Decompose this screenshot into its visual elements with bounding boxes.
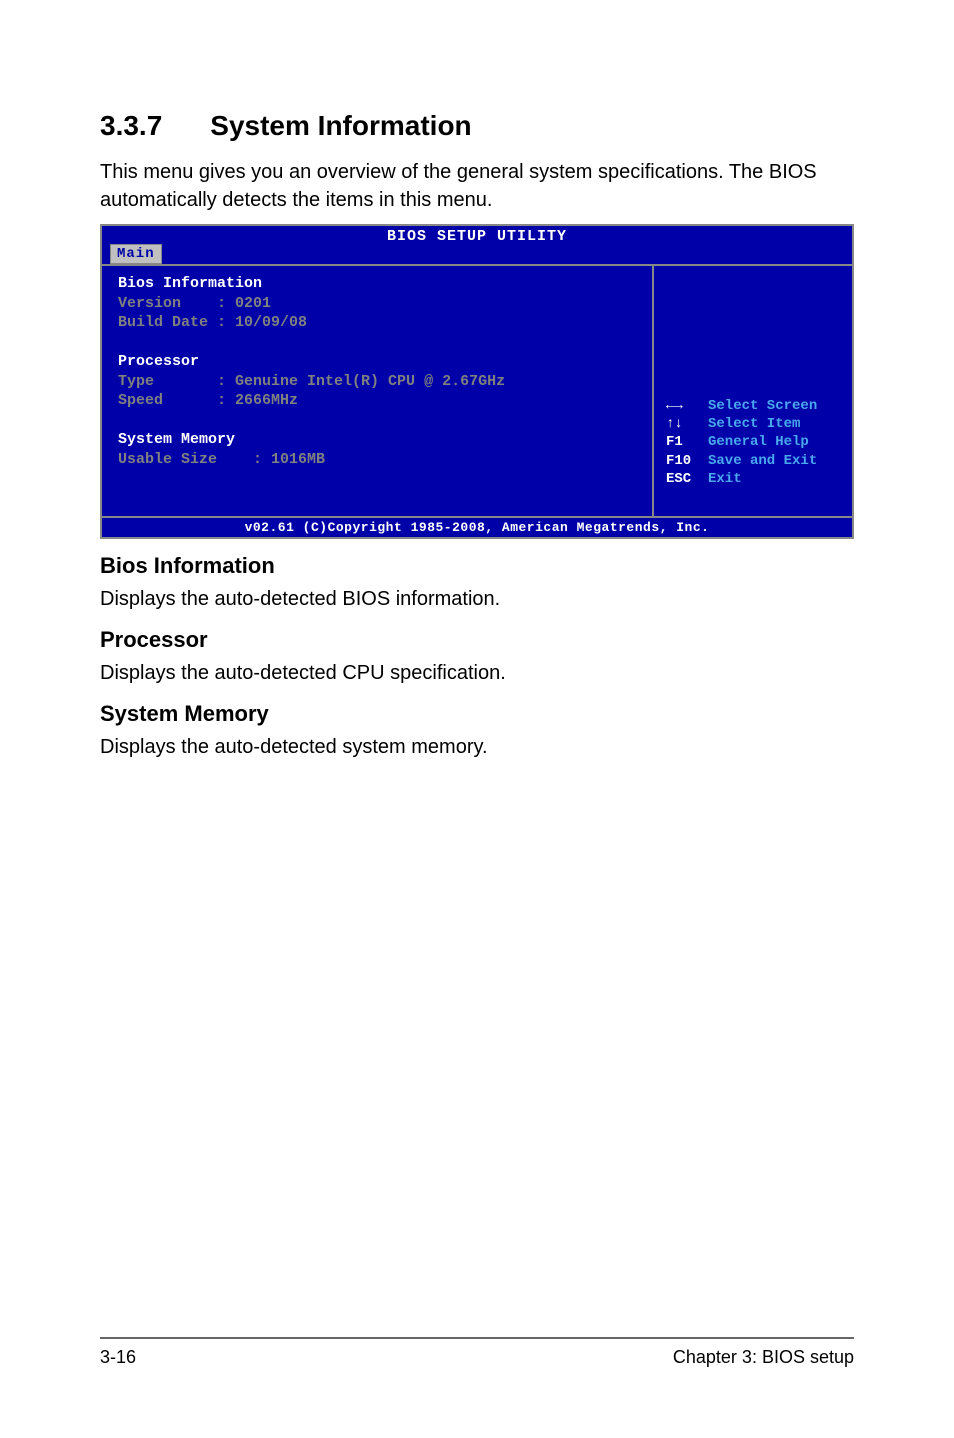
hint-f1: F1 General Help: [666, 433, 840, 451]
hint-esc: ESC Exit: [666, 470, 840, 488]
bios-left-panel: Bios Information Version : 0201 Build Da…: [102, 266, 652, 516]
memory-usable-row: Usable Size : 1016MB: [118, 450, 640, 470]
bios-version-value: : 0201: [217, 295, 271, 312]
sub-processor-text: Displays the auto-detected CPU specifica…: [100, 659, 854, 687]
sub-memory-heading: System Memory: [100, 701, 854, 727]
arrow-ud-icon: ↑↓: [666, 415, 708, 433]
bios-builddate-label: Build Date: [118, 314, 217, 331]
bios-builddate-row: Build Date : 10/09/08: [118, 313, 640, 333]
section-heading: 3.3.7 System Information: [100, 110, 854, 142]
bios-tab-row: Main: [110, 244, 162, 264]
bios-footer: v02.61 (C)Copyright 1985-2008, American …: [102, 516, 852, 537]
hint-f10: F10 Save and Exit: [666, 452, 840, 470]
section-number: 3.3.7: [100, 110, 162, 142]
processor-type-value: : Genuine Intel(R) CPU @ 2.67GHz: [217, 373, 505, 390]
bios-info-heading: Bios Information: [118, 274, 640, 294]
hint-esc-text: Exit: [708, 470, 742, 488]
arrow-lr-icon: ←→: [666, 397, 708, 415]
page-number: 3-16: [100, 1347, 136, 1368]
hint-esc-key: ESC: [666, 470, 708, 488]
hint-f10-key: F10: [666, 452, 708, 470]
processor-type-label: Type: [118, 373, 217, 390]
bios-window: BIOS SETUP UTILITY Main Bios Information…: [100, 224, 854, 539]
section-title: System Information: [210, 110, 471, 141]
memory-usable-value: : 1016MB: [253, 451, 325, 468]
bios-body: Bios Information Version : 0201 Build Da…: [102, 264, 852, 516]
bios-title: BIOS SETUP UTILITY: [387, 228, 567, 245]
sub-memory-text: Displays the auto-detected system memory…: [100, 733, 854, 761]
sub-processor-heading: Processor: [100, 627, 854, 653]
bios-titlebar: BIOS SETUP UTILITY Main: [102, 226, 852, 264]
memory-heading: System Memory: [118, 430, 640, 450]
hint-select-screen-text: Select Screen: [708, 397, 817, 415]
intro-text: This menu gives you an overview of the g…: [100, 158, 854, 214]
sub-bios-text: Displays the auto-detected BIOS informat…: [100, 585, 854, 613]
processor-speed-row: Speed : 2666MHz: [118, 391, 640, 411]
hint-select-item: ↑↓ Select Item: [666, 415, 840, 433]
hint-select-screen: ←→ Select Screen: [666, 397, 840, 415]
bios-version-row: Version : 0201: [118, 294, 640, 314]
hint-f1-key: F1: [666, 433, 708, 451]
bios-right-panel: ←→ Select Screen ↑↓ Select Item F1 Gener…: [652, 266, 852, 516]
processor-speed-value: : 2666MHz: [217, 392, 298, 409]
bios-hints: ←→ Select Screen ↑↓ Select Item F1 Gener…: [666, 397, 840, 488]
chapter-label: Chapter 3: BIOS setup: [673, 1347, 854, 1368]
memory-usable-label: Usable Size: [118, 451, 253, 468]
bios-builddate-value: : 10/09/08: [217, 314, 307, 331]
sub-bios-heading: Bios Information: [100, 553, 854, 579]
hint-f1-text: General Help: [708, 433, 809, 451]
bios-version-label: Version: [118, 295, 217, 312]
hint-f10-text: Save and Exit: [708, 452, 817, 470]
processor-heading: Processor: [118, 352, 640, 372]
page-footer: 3-16 Chapter 3: BIOS setup: [100, 1337, 854, 1368]
hint-select-item-text: Select Item: [708, 415, 800, 433]
processor-type-row: Type : Genuine Intel(R) CPU @ 2.67GHz: [118, 372, 640, 392]
processor-speed-label: Speed: [118, 392, 217, 409]
bios-tab-main[interactable]: Main: [110, 244, 162, 264]
